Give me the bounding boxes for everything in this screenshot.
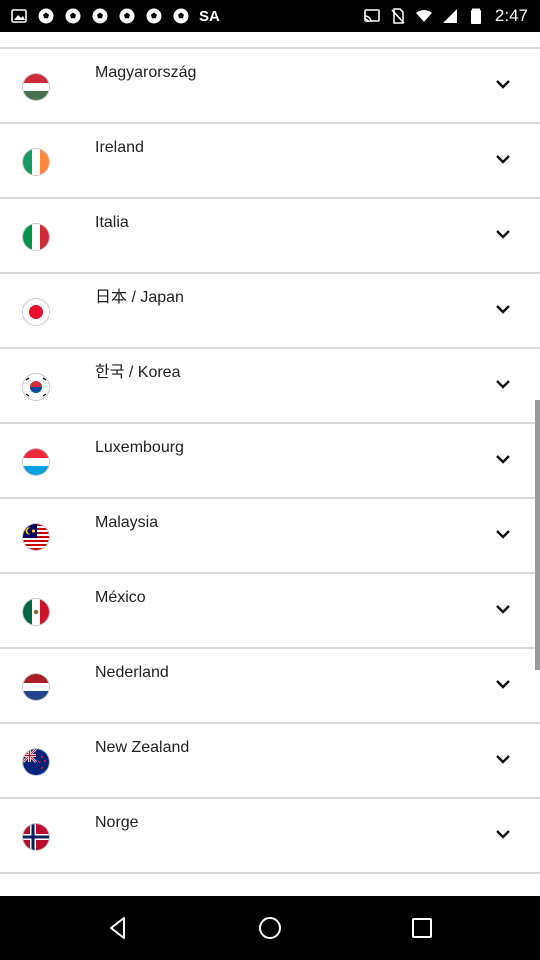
no-sim-icon [391, 8, 405, 24]
country-name: New Zealand [95, 739, 190, 756]
malaysia-flag-icon [23, 524, 49, 550]
country-name: Nederland [95, 664, 169, 681]
cast-icon [364, 9, 380, 23]
wifi-icon [415, 9, 432, 22]
home-icon[interactable] [255, 913, 285, 943]
chevron-down-icon[interactable] [495, 603, 511, 615]
japan-flag-icon [23, 299, 49, 325]
norway-flag-icon [23, 824, 49, 850]
italy-flag-icon [23, 224, 49, 250]
list-item-italia[interactable]: Italia [0, 199, 540, 274]
list-item-new-zealand[interactable]: New Zealand [0, 724, 540, 799]
navigation-bar [0, 896, 540, 960]
soccer-ball-icon [119, 8, 135, 24]
chevron-down-icon[interactable] [495, 78, 511, 90]
mexico-flag-icon [23, 599, 49, 625]
carrier-label: SA [199, 7, 220, 25]
list-item-luxembourg[interactable]: Luxembourg [0, 424, 540, 499]
new-zealand-flag-icon [23, 749, 49, 775]
soccer-ball-icon [65, 8, 81, 24]
chevron-down-icon[interactable] [495, 153, 511, 165]
clock: 2:47 [494, 6, 528, 25]
chevron-down-icon[interactable] [495, 528, 511, 540]
country-name: Norge [95, 814, 139, 831]
status-bar: SA 2:47 [0, 0, 540, 32]
netherlands-flag-icon [23, 674, 49, 700]
list-item-norge[interactable]: Norge [0, 799, 540, 874]
country-name: México [95, 589, 146, 606]
chevron-down-icon[interactable] [495, 828, 511, 840]
signal-icon [442, 9, 457, 23]
scrollbar[interactable] [535, 400, 540, 670]
luxembourg-flag-icon [23, 449, 49, 475]
country-name: Magyarország [95, 64, 197, 81]
chevron-down-icon[interactable] [495, 453, 511, 465]
image-icon [11, 9, 27, 23]
divider [0, 872, 540, 874]
list-item-korea[interactable]: 한국 / Korea [0, 349, 540, 424]
country-name: Luxembourg [95, 439, 184, 456]
list-item-malaysia[interactable]: Malaysia [0, 499, 540, 574]
chevron-down-icon[interactable] [495, 678, 511, 690]
list-item-mexico[interactable]: México [0, 574, 540, 649]
chevron-down-icon[interactable] [495, 378, 511, 390]
list-item-japan[interactable]: 日本 / Japan [0, 274, 540, 349]
recents-icon[interactable] [407, 913, 437, 943]
soccer-ball-icon [146, 8, 162, 24]
soccer-ball-icon [38, 8, 54, 24]
notification-icons: SA [10, 0, 220, 32]
hungary-flag-icon [23, 74, 49, 100]
list-item-ireland[interactable]: Ireland [0, 124, 540, 199]
country-list[interactable]: Magyarország Ireland Italia 日本 / Japan 한… [0, 32, 540, 896]
system-icons: 2:47 [363, 0, 528, 32]
chevron-down-icon[interactable] [495, 753, 511, 765]
country-name: Ireland [95, 139, 144, 156]
battery-icon [470, 8, 481, 24]
soccer-ball-icon [173, 8, 189, 24]
list-item-magyarorszag[interactable]: Magyarország [0, 49, 540, 124]
country-name: Malaysia [95, 514, 159, 531]
chevron-down-icon[interactable] [495, 228, 511, 240]
back-icon[interactable] [103, 913, 133, 943]
korea-flag-icon [23, 374, 49, 400]
country-name: 日本 / Japan [95, 289, 184, 306]
country-name: Italia [95, 214, 129, 231]
country-name: 한국 / Korea [95, 364, 181, 381]
soccer-ball-icon [92, 8, 108, 24]
ireland-flag-icon [23, 149, 49, 175]
list-item-nederland[interactable]: Nederland [0, 649, 540, 724]
chevron-down-icon[interactable] [495, 303, 511, 315]
